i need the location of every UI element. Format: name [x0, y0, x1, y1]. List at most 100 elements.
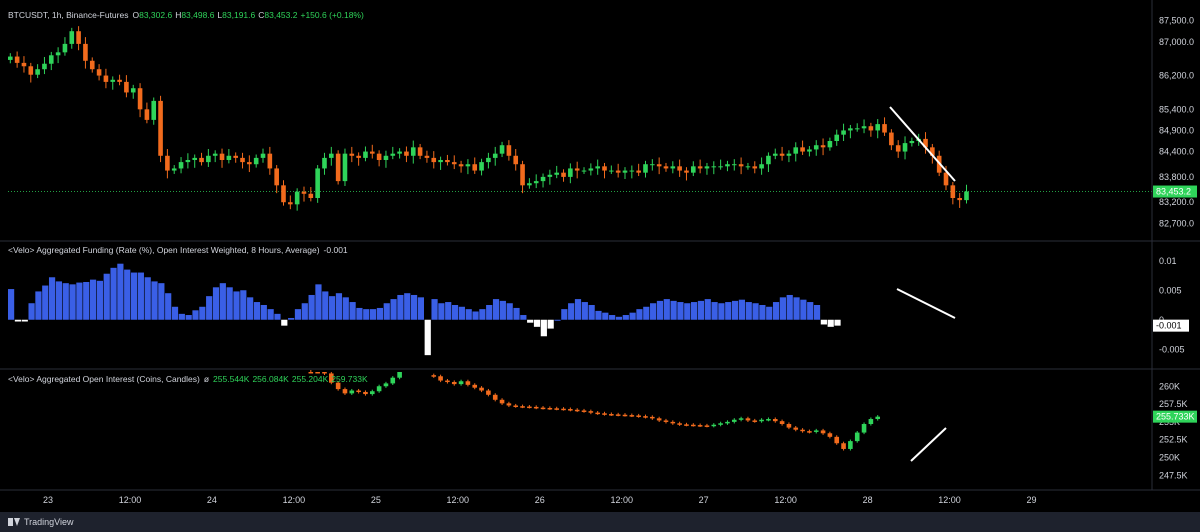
oi-candle [363, 391, 368, 395]
funding-bar [670, 300, 677, 320]
price-candle [772, 153, 778, 156]
price-background [0, 0, 1200, 512]
funding-bar [499, 300, 506, 320]
funding-bar [103, 273, 110, 320]
funding-bar [615, 316, 623, 320]
chart-frame[interactable]: 87,500.0 87,000.0 86,200.0 85,400.0 84,900.0… [0, 0, 1200, 532]
price-candle [656, 164, 662, 167]
funding-bar [185, 315, 192, 320]
price-candle [62, 43, 68, 53]
funding-bar [663, 299, 670, 320]
oi-candle [636, 415, 641, 417]
price-candle [110, 79, 116, 82]
last-price-label: 83,453.2 [1156, 187, 1191, 197]
oi-candle [697, 425, 703, 427]
funding-bar [738, 299, 746, 320]
funding-title: <Velo> Aggregated Funding (Rate (%), Ope… [8, 245, 320, 255]
price-candle [192, 157, 198, 160]
funding-bar [725, 302, 732, 320]
funding-bar [451, 305, 459, 320]
tradingview-logo[interactable]: TradingView [8, 517, 74, 527]
funding-bar [547, 319, 554, 329]
funding-bar [212, 287, 220, 320]
price-pane[interactable]: 87,500.0 87,000.0 86,200.0 85,400.0 84,900.0… [0, 0, 1200, 512]
oi-tick-label: 257.5K [1159, 399, 1188, 409]
oi-candle [759, 419, 764, 422]
funding-bar [199, 306, 206, 320]
price-candle [390, 153, 396, 156]
price-candle [363, 151, 368, 158]
oi-candle [861, 424, 867, 433]
tradingview-brand-label: TradingView [24, 517, 74, 527]
time-tick-label: 24 [207, 495, 217, 505]
price-candle [451, 162, 457, 165]
oi-candle [731, 419, 737, 422]
funding-tick-label: 0.01 [1159, 256, 1177, 266]
price-candle [848, 128, 853, 131]
oi-candle [431, 375, 437, 377]
price-candle [581, 170, 587, 172]
funding-bar [458, 306, 465, 320]
oi-candle [479, 387, 484, 391]
price-candle [615, 170, 621, 173]
price-candle [69, 31, 75, 44]
oi-candle [711, 424, 717, 427]
price-candle [479, 162, 484, 171]
oi-candle [445, 380, 450, 383]
price-candle [124, 81, 129, 93]
funding-bar [62, 283, 69, 320]
oi-candle [595, 412, 600, 415]
price-candle [240, 157, 245, 163]
price-candle [301, 191, 307, 194]
oi-candle [868, 419, 874, 425]
funding-bar [124, 269, 131, 320]
oi-candle [568, 409, 573, 411]
funding-bar [581, 302, 588, 320]
price-candle [219, 153, 225, 160]
price-candle [697, 166, 703, 169]
funding-bar [643, 306, 650, 320]
funding-bar [376, 307, 384, 320]
oi-candle [540, 407, 546, 410]
price-candle [438, 160, 443, 163]
funding-bar [369, 309, 377, 320]
price-candle [199, 157, 204, 163]
funding-bar [28, 303, 35, 320]
price-candle [137, 88, 143, 110]
funding-bar [745, 302, 752, 320]
price-candle [144, 109, 150, 120]
oi-candle [643, 416, 648, 418]
funding-bar [253, 302, 261, 320]
oi-candle [813, 430, 819, 432]
price-candle [165, 155, 170, 171]
price-candle [206, 155, 211, 163]
price-candle [329, 153, 334, 158]
oi-candle [704, 425, 710, 427]
funding-bar [301, 303, 308, 320]
funding-bar [554, 319, 561, 321]
price-candle [513, 155, 519, 165]
funding-bar [226, 287, 233, 320]
funding-bar [329, 296, 336, 320]
oi-candle [513, 405, 519, 407]
funding-bar [438, 303, 445, 320]
price-candle [369, 151, 375, 154]
price-candle [417, 147, 423, 156]
price-candle [376, 153, 382, 160]
open-interest-symbol: ø [204, 374, 209, 384]
funding-bar [76, 282, 83, 320]
price-candle [554, 172, 559, 175]
price-candle [76, 31, 81, 44]
price-candle [28, 66, 34, 75]
price-tick-label: 82,700.0 [1159, 218, 1194, 228]
funding-bar [636, 309, 643, 320]
price-tick-label: 84,900.0 [1159, 125, 1194, 135]
oi-candle [656, 418, 662, 421]
oi-candle [602, 413, 607, 415]
oi-candle [609, 414, 614, 416]
price-candle [704, 166, 710, 169]
oi-candle [458, 381, 464, 385]
funding-bar [48, 277, 56, 320]
price-candle [14, 56, 20, 63]
funding-bar [807, 302, 814, 320]
